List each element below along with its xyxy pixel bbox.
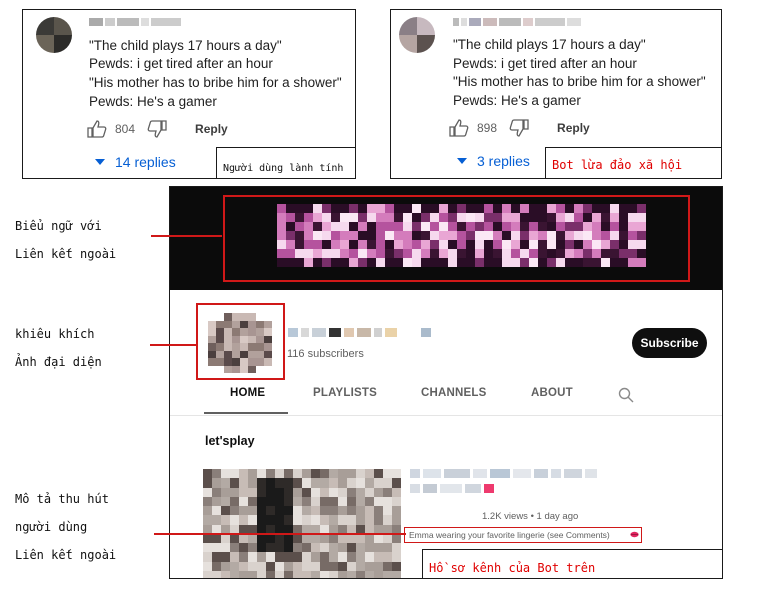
subscribe-button[interactable]: Subscribe <box>632 328 707 358</box>
lips-icon <box>630 531 639 538</box>
subscriber-count: 116 subscribers <box>287 348 364 360</box>
commenter-name-blurred[interactable] <box>453 18 581 28</box>
video-title-blurred[interactable] <box>410 469 690 499</box>
video-description[interactable]: Emma wearing your favorite lingerie (see… <box>409 530 610 540</box>
highlight-box-banner <box>223 195 690 282</box>
channel-banner[interactable] <box>170 187 722 290</box>
caret-down-icon <box>457 158 467 164</box>
thumbs-up-icon[interactable] <box>87 120 107 138</box>
comment-line: "The child plays 17 hours a day" <box>453 37 646 52</box>
tab-playlists[interactable]: PLAYLISTS <box>313 387 377 399</box>
comment-line: Pewds: He's a gamer <box>453 93 581 108</box>
commenter-avatar[interactable] <box>399 17 435 53</box>
commenter-name-blurred[interactable] <box>89 18 181 28</box>
video-thumbnail[interactable] <box>203 469 401 578</box>
channel-avatar[interactable] <box>208 313 272 373</box>
benign-user-tag: Người dùng lành tính <box>216 147 356 179</box>
video-meta: 1.2K views • 1 day ago <box>482 511 579 522</box>
section-title: let'splay <box>205 434 255 448</box>
comment-line: Pewds: He's a gamer <box>89 94 217 109</box>
search-icon[interactable] <box>618 387 634 403</box>
divider <box>170 415 722 416</box>
comment-line: "The child plays 17 hours a day" <box>89 38 282 53</box>
annotation-description-label: Mô tả thu hút người dùng Liên kết ngoài <box>15 492 117 562</box>
tab-home[interactable]: HOME <box>230 387 265 399</box>
replies-label: 14 replies <box>115 154 176 170</box>
annotation-pointer-avatar <box>150 344 196 346</box>
replies-label: 3 replies <box>477 153 530 169</box>
comment-line: "His mother has to bribe him for a showe… <box>89 75 342 90</box>
tab-channels[interactable]: CHANNELS <box>421 387 487 399</box>
bot-user-tag: Bot lừa đảo xã hội <box>545 147 722 179</box>
bot-channel-page: 116 subscribers Subscribe HOME PLAYLISTS… <box>169 186 723 579</box>
view-replies-button[interactable]: 3 replies <box>457 153 530 169</box>
bot-channel-tag: Hồ sơ kênh của Bot trên <box>422 549 723 579</box>
annotation-banner-label: Biểu ngữ với Liên kết ngoài <box>15 219 117 261</box>
comment-line: Pewds: i get tired after an hour <box>453 56 637 71</box>
like-count: 804 <box>115 122 136 136</box>
thumbs-up-icon[interactable] <box>449 119 469 137</box>
comment-line: "His mother has to bribe him for a showe… <box>453 74 706 89</box>
view-replies-button[interactable]: 14 replies <box>95 154 176 170</box>
commenter-avatar[interactable] <box>36 17 72 53</box>
reply-button[interactable]: Reply <box>195 122 228 136</box>
comment-line: Pewds: i get tired after an hour <box>89 56 273 71</box>
thumbs-down-icon[interactable] <box>147 120 167 138</box>
reply-button[interactable]: Reply <box>557 121 590 135</box>
annotation-pointer-banner <box>151 235 222 237</box>
like-count: 898 <box>477 121 498 135</box>
caret-down-icon <box>95 159 105 165</box>
active-tab-indicator <box>204 412 288 414</box>
annotation-avatar-label: khiêu khích Ảnh đại diện <box>15 327 102 369</box>
highlight-box-avatar <box>196 303 285 380</box>
annotation-pointer-description <box>154 533 406 535</box>
tab-about[interactable]: ABOUT <box>531 387 573 399</box>
channel-name-blurred <box>288 328 431 337</box>
thumbs-down-icon[interactable] <box>509 119 529 137</box>
